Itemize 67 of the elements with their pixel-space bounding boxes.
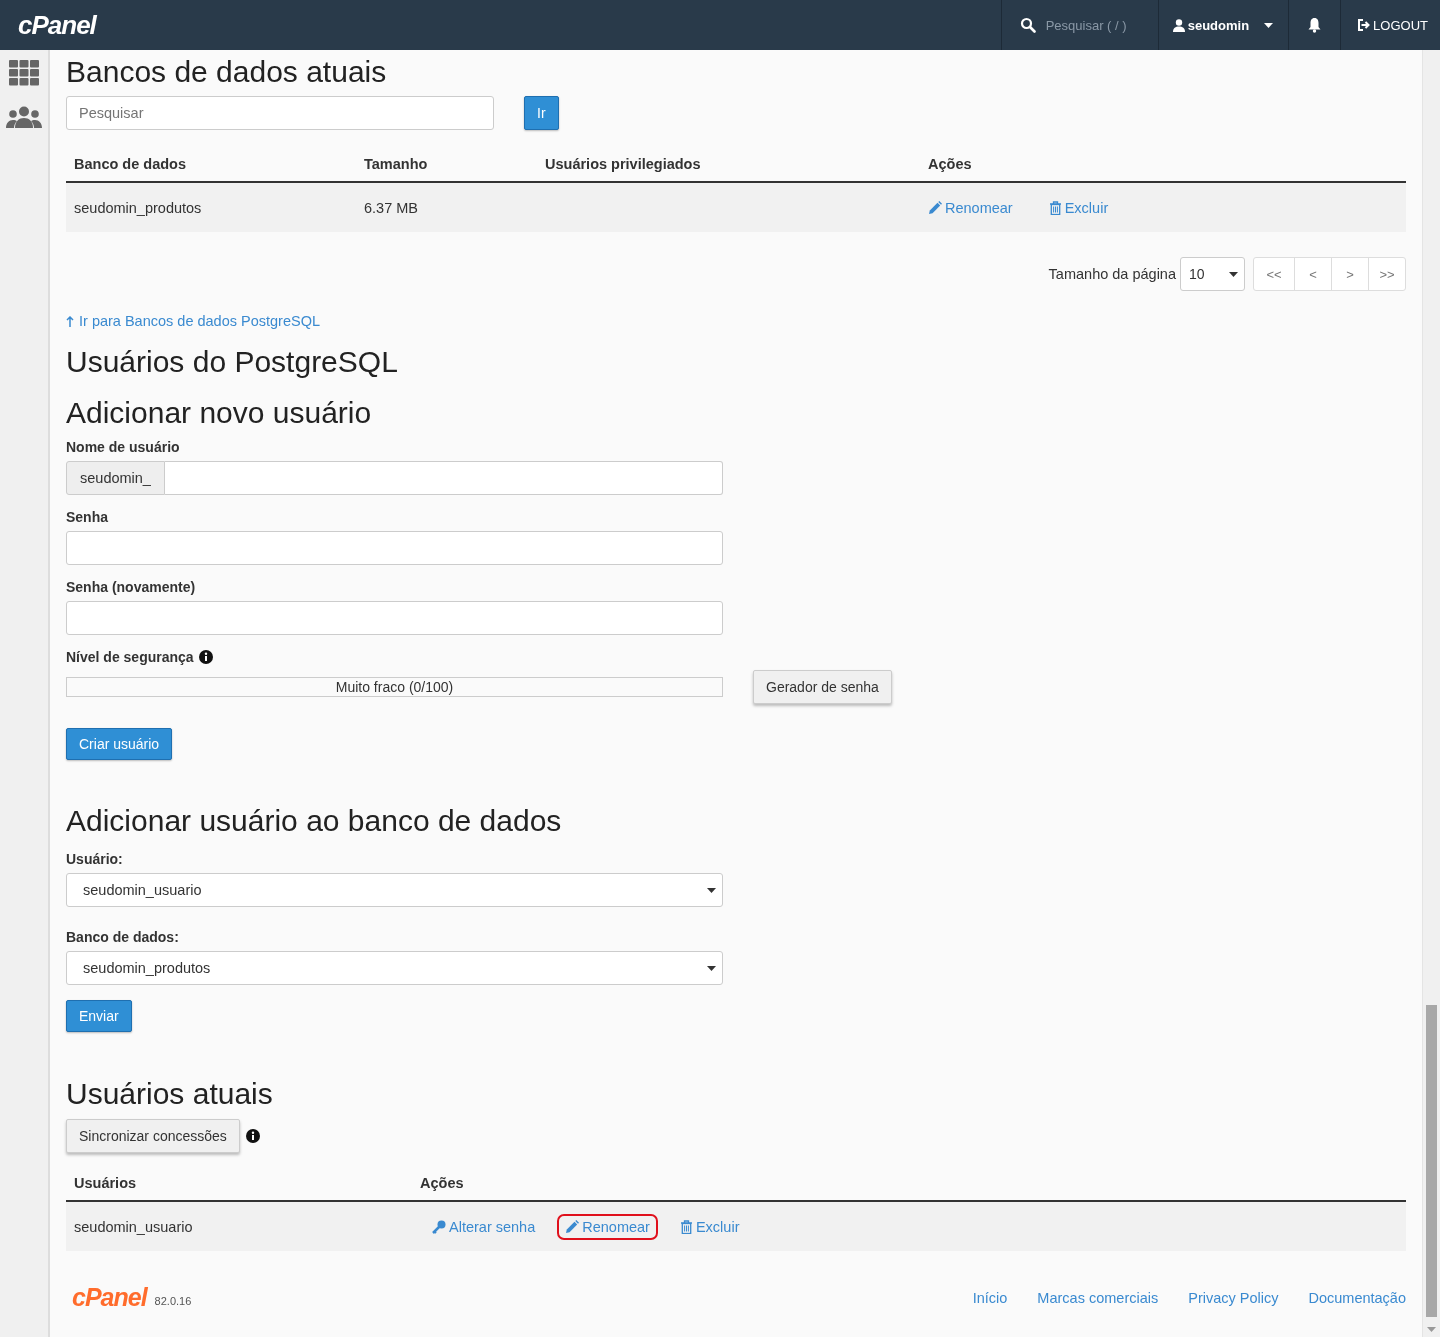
field-label: Senha <box>66 509 109 525</box>
trash-icon <box>1048 200 1062 215</box>
go-button[interactable]: Ir <box>524 96 559 130</box>
table-cell: 6.37 MB <box>356 182 537 232</box>
select-field[interactable]: seudomin_usuario <box>66 873 723 907</box>
version-text: 82.0.16 <box>154 1294 193 1307</box>
scrollbar-thumb[interactable] <box>1426 1005 1437 1317</box>
up-arrow-icon <box>66 315 74 327</box>
trash-icon <box>679 1219 693 1234</box>
section-title: Bancos de dados atuais <box>66 55 388 88</box>
user-icon <box>1172 18 1185 32</box>
username-prefix: seudomin_ <box>66 461 165 495</box>
grid-icon[interactable] <box>9 60 39 86</box>
pager-button[interactable]: < <box>1294 258 1331 290</box>
sync-grants-button[interactable]: Sincronizar concessões <box>66 1119 240 1153</box>
submit-button[interactable]: Enviar <box>66 1000 132 1032</box>
footer-link[interactable]: Privacy Policy <box>1188 1289 1279 1306</box>
rename-link[interactable]: Renomear <box>557 1213 658 1240</box>
footer-link[interactable]: Início <box>972 1289 1008 1306</box>
search-field[interactable]: Pesquisar ( / ) <box>1000 0 1158 50</box>
page-size-select[interactable]: 10 <box>1180 257 1245 291</box>
pager-button[interactable]: << <box>1254 258 1294 290</box>
field-label: Banco de dados: <box>66 929 180 945</box>
users-icon[interactable] <box>6 106 42 128</box>
key-icon <box>432 1219 446 1234</box>
pencil-icon <box>928 200 942 215</box>
field-label: Nível de segurança <box>66 649 194 665</box>
create-user-button[interactable]: Criar usuário <box>66 728 173 760</box>
delete-link[interactable]: Excluir <box>1040 194 1117 221</box>
delete-link[interactable]: Excluir <box>671 1213 748 1240</box>
caret-icon <box>1229 271 1238 277</box>
pager-button[interactable]: >> <box>1368 258 1405 290</box>
cpanel-logo[interactable]: cPanel <box>18 9 1001 41</box>
caret-icon <box>1264 22 1274 28</box>
field-label: Nome de usuário <box>66 439 181 455</box>
field-label: Usuário: <box>66 851 124 867</box>
caret-icon <box>707 887 716 893</box>
field-label: Senha (novamente) <box>66 579 197 595</box>
footer-link[interactable]: Documentação <box>1308 1289 1406 1306</box>
password-generator-button[interactable]: Gerador de senha <box>753 670 892 704</box>
info-icon[interactable] <box>245 1129 260 1143</box>
page-size-label: Tamanho da página <box>1048 266 1176 282</box>
username-field[interactable] <box>164 461 723 495</box>
user-menu[interactable]: seudomin <box>1157 0 1289 50</box>
bell-icon <box>1307 17 1323 33</box>
table-cell: seudomin_produtos <box>66 182 356 232</box>
cpanel-logo[interactable]: cPanel <box>72 1283 147 1312</box>
select-field[interactable]: seudomin_produtos <box>66 951 723 985</box>
pencil-icon <box>565 1219 580 1234</box>
section-title: Adicionar novo usuário <box>66 396 373 429</box>
footer-link[interactable]: Marcas comerciais <box>1037 1289 1159 1306</box>
rename-link[interactable]: Renomear <box>920 194 1021 221</box>
caret-icon <box>707 965 716 971</box>
password-field[interactable] <box>66 531 723 565</box>
info-icon[interactable] <box>198 650 213 664</box>
change-password-link[interactable]: Alterar senha <box>424 1213 544 1240</box>
table-cell: seudomin_usuario <box>66 1201 412 1251</box>
section-title: Adicionar usuário ao banco de dados <box>66 804 563 837</box>
section-title: Usuários atuais <box>66 1077 274 1110</box>
password-field[interactable] <box>66 601 723 635</box>
search-icon <box>1019 17 1036 33</box>
strength-reading: Muito fraco (0/100) <box>335 679 454 695</box>
pager-button[interactable]: > <box>1331 258 1368 290</box>
jump-link[interactable]: Ir para Bancos de dados PostgreSQL <box>66 313 1406 329</box>
section-title: Usuários do PostgreSQL <box>66 345 399 378</box>
search-field[interactable]: Pesquisar <box>66 96 494 130</box>
logout-icon <box>1357 19 1371 31</box>
